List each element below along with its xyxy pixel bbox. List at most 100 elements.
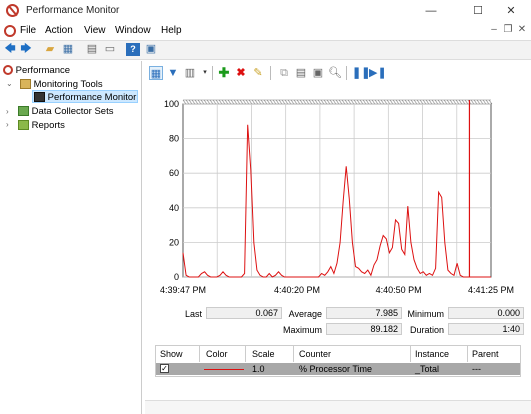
hatch-mark	[479, 99, 484, 105]
hatch-mark	[296, 99, 301, 105]
column-header-counter[interactable]: Counter	[299, 349, 331, 359]
show-checkbox[interactable]: ✓	[160, 364, 169, 373]
hatch-mark	[356, 99, 361, 105]
zoom-icon[interactable]: 🔍︎	[328, 66, 342, 80]
hatch-mark	[407, 99, 412, 105]
change-graph-type-icon[interactable]: ▥	[183, 66, 197, 80]
hatch-mark	[287, 99, 292, 105]
properties-icon[interactable]: ▤	[85, 43, 99, 56]
delete-counter-icon[interactable]: ✖	[234, 66, 248, 80]
column-header-color[interactable]: Color	[206, 349, 228, 359]
menu-bar	[0, 22, 531, 40]
highlight-icon[interactable]: ✎	[251, 66, 265, 80]
window-title: Performance Monitor	[26, 5, 120, 16]
dropdown-arrow-icon[interactable]: ▾	[198, 66, 212, 80]
monitoring-folder-icon	[20, 79, 31, 90]
help-icon[interactable]: ?	[126, 43, 140, 56]
menu-window[interactable]: Window	[115, 25, 151, 36]
hatch-mark	[374, 99, 379, 105]
mdi-minimize-icon[interactable]: –	[488, 24, 500, 35]
hatch-mark	[299, 99, 304, 105]
expand-arrow-icon[interactable]: ›	[6, 107, 9, 116]
back-arrow-icon[interactable]: 🡄	[3, 43, 17, 56]
tree-item-reports[interactable]: Reports	[18, 119, 65, 132]
y-tick-label: 100	[164, 99, 179, 109]
view-log-data-icon[interactable]: ▼	[166, 66, 180, 80]
up-folder-icon[interactable]: ▰	[43, 43, 57, 56]
last-label: Last	[184, 309, 202, 319]
toolbar-separator	[346, 66, 347, 80]
hatch-mark	[359, 99, 364, 105]
hatch-mark	[194, 99, 199, 105]
hatch-mark	[452, 99, 457, 105]
minimize-button[interactable]: —	[411, 0, 451, 22]
forward-arrow-icon[interactable]: 🡆	[19, 43, 33, 56]
menu-action[interactable]: Action	[45, 25, 73, 36]
column-divider[interactable]	[410, 346, 411, 362]
expand-arrow-icon[interactable]: ›	[6, 120, 9, 129]
column-header-scale[interactable]: Scale	[252, 349, 275, 359]
hatch-mark	[218, 99, 223, 105]
menu-file[interactable]: File	[20, 25, 36, 36]
minimum-value: 0.000	[448, 307, 524, 319]
parent-cell: ---	[472, 364, 481, 374]
hatch-mark	[269, 99, 274, 105]
show-hide-tree-icon[interactable]: ▦	[61, 43, 75, 56]
update-data-icon[interactable]: ▶❚	[369, 66, 387, 80]
mdi-close-icon[interactable]: ✕	[516, 24, 528, 35]
tree-item-data-collector-sets[interactable]: Data Collector Sets	[18, 105, 113, 118]
maximum-value: 89.182	[326, 323, 402, 335]
properties-icon[interactable]: ▣	[311, 66, 325, 80]
main-toolbar	[0, 40, 531, 60]
hatch-mark	[443, 99, 448, 105]
hatch-mark	[188, 99, 193, 105]
hatch-mark	[332, 99, 337, 105]
hatch-mark	[344, 99, 349, 105]
mdi-restore-icon[interactable]: ❐	[502, 24, 514, 35]
hatch-mark	[212, 99, 217, 105]
system-menu-icon[interactable]	[4, 25, 16, 37]
instance-cell: _Total	[415, 364, 440, 374]
hatch-mark	[326, 99, 331, 105]
hatch-mark	[347, 99, 352, 105]
tree-item-label: Performance Monitor	[47, 92, 137, 103]
menu-help[interactable]: Help	[161, 25, 182, 36]
console-view-icon[interactable]: ▣	[144, 43, 158, 56]
counter-cell: % Processor Time	[299, 364, 373, 374]
hatch-mark	[314, 99, 319, 105]
tree-item-label: Monitoring Tools	[33, 79, 103, 90]
column-divider[interactable]	[245, 346, 246, 362]
hatch-mark	[242, 99, 247, 105]
average-value: 7.985	[326, 307, 402, 319]
freeze-display-icon[interactable]: ❚❚	[352, 66, 370, 80]
hatch-mark	[293, 99, 298, 105]
column-header-show[interactable]: Show	[160, 349, 183, 359]
close-button[interactable]: ✕	[491, 0, 531, 22]
hatch-mark	[371, 99, 376, 105]
hatch-mark	[230, 99, 235, 105]
hatch-mark	[251, 99, 256, 105]
hatch-mark	[362, 99, 367, 105]
toolbar-separator	[212, 66, 213, 80]
collapse-arrow-icon[interactable]: ⌄	[6, 79, 13, 88]
tree-item-performance-monitor[interactable]: Performance Monitor	[32, 90, 138, 103]
add-counter-icon[interactable]: ✚	[217, 66, 231, 80]
y-tick-label: 80	[169, 134, 179, 144]
column-divider[interactable]	[467, 346, 468, 362]
copy-properties-icon[interactable]: ⧉	[277, 66, 291, 80]
column-divider[interactable]	[293, 346, 294, 362]
view-current-activity-icon[interactable]: ▦	[149, 66, 163, 80]
computer-icon[interactable]: ▭	[103, 43, 117, 56]
menu-view[interactable]: View	[84, 25, 106, 36]
hatch-mark	[338, 99, 343, 105]
column-divider[interactable]	[199, 346, 200, 362]
hatch-mark	[317, 99, 322, 105]
column-header-parent[interactable]: Parent	[472, 349, 499, 359]
tree-item-performance[interactable]: Performance	[3, 64, 70, 77]
hatch-mark	[485, 99, 490, 105]
hatch-mark	[311, 99, 316, 105]
hatch-mark	[185, 99, 190, 105]
paste-counter-list-icon[interactable]: ▤	[294, 66, 308, 80]
maximum-label: Maximum	[282, 325, 322, 335]
column-header-instance[interactable]: Instance	[415, 349, 449, 359]
